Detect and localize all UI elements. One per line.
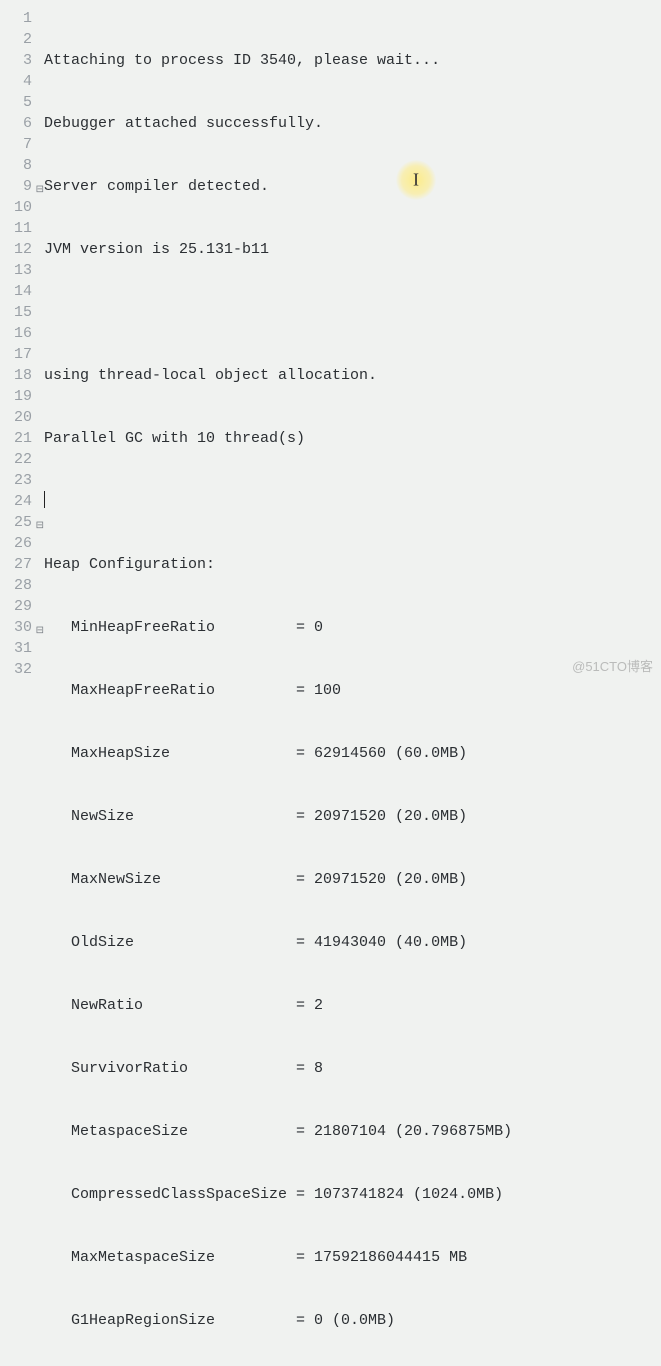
code-line: NewRatio = 2	[44, 995, 661, 1016]
code-line: MaxNewSize = 20971520 (20.0MB)	[44, 869, 661, 890]
line-number: 30⊟	[0, 617, 38, 638]
line-number: 23	[0, 470, 38, 491]
code-line: MaxMetaspaceSize = 17592186044415 MB	[44, 1247, 661, 1268]
code-line: SurvivorRatio = 8	[44, 1058, 661, 1079]
line-number: 4	[0, 71, 38, 92]
code-line: Attaching to process ID 3540, please wai…	[44, 50, 661, 71]
line-number: 14	[0, 281, 38, 302]
code-line	[44, 302, 661, 323]
line-number: 17	[0, 344, 38, 365]
line-number: 32	[0, 659, 38, 680]
code-line: MetaspaceSize = 21807104 (20.796875MB)	[44, 1121, 661, 1142]
line-number: 20	[0, 407, 38, 428]
code-line: Heap Configuration:	[44, 554, 661, 575]
line-number: 29	[0, 596, 38, 617]
code-line: G1HeapRegionSize = 0 (0.0MB)	[44, 1310, 661, 1331]
line-number: 26	[0, 533, 38, 554]
line-number: 27	[0, 554, 38, 575]
line-number: 25⊟	[0, 512, 38, 533]
line-number: 21	[0, 428, 38, 449]
line-number: 18	[0, 365, 38, 386]
line-number: 2	[0, 29, 38, 50]
line-number: 6	[0, 113, 38, 134]
code-line: using thread-local object allocation.	[44, 365, 661, 386]
line-number: 1	[0, 8, 38, 29]
line-number: 15	[0, 302, 38, 323]
code-line: Server compiler detected.	[44, 176, 661, 197]
line-number: 28	[0, 575, 38, 596]
line-number: 19	[0, 386, 38, 407]
code-line: MinHeapFreeRatio = 0	[44, 617, 661, 638]
line-number: 24	[0, 491, 38, 512]
line-number: 5	[0, 92, 38, 113]
line-number: 3	[0, 50, 38, 71]
code-line: CompressedClassSpaceSize = 1073741824 (1…	[44, 1184, 661, 1205]
line-number: 10	[0, 197, 38, 218]
line-number: 9⊟	[0, 176, 38, 197]
code-line: JVM version is 25.131-b11	[44, 239, 661, 260]
line-number: 31	[0, 638, 38, 659]
code-content[interactable]: Attaching to process ID 3540, please wai…	[38, 0, 661, 1366]
line-number: 11	[0, 218, 38, 239]
line-number: 16	[0, 323, 38, 344]
code-editor[interactable]: 1 2 3 4 5 6 7 8 9⊟ 10 11 12 13 14 15 16 …	[0, 0, 661, 1366]
code-line: OldSize = 41943040 (40.0MB)	[44, 932, 661, 953]
code-line: Parallel GC with 10 thread(s)	[44, 428, 661, 449]
line-number: 12	[0, 239, 38, 260]
line-number: 13	[0, 260, 38, 281]
line-number-gutter: 1 2 3 4 5 6 7 8 9⊟ 10 11 12 13 14 15 16 …	[0, 0, 38, 1366]
line-number: 8	[0, 155, 38, 176]
code-line: MaxHeapFreeRatio = 100	[44, 680, 661, 701]
code-line: NewSize = 20971520 (20.0MB)	[44, 806, 661, 827]
code-line-caret	[44, 491, 661, 512]
line-number: 7	[0, 134, 38, 155]
line-number: 22	[0, 449, 38, 470]
code-line: Debugger attached successfully.	[44, 113, 661, 134]
code-line: MaxHeapSize = 62914560 (60.0MB)	[44, 743, 661, 764]
